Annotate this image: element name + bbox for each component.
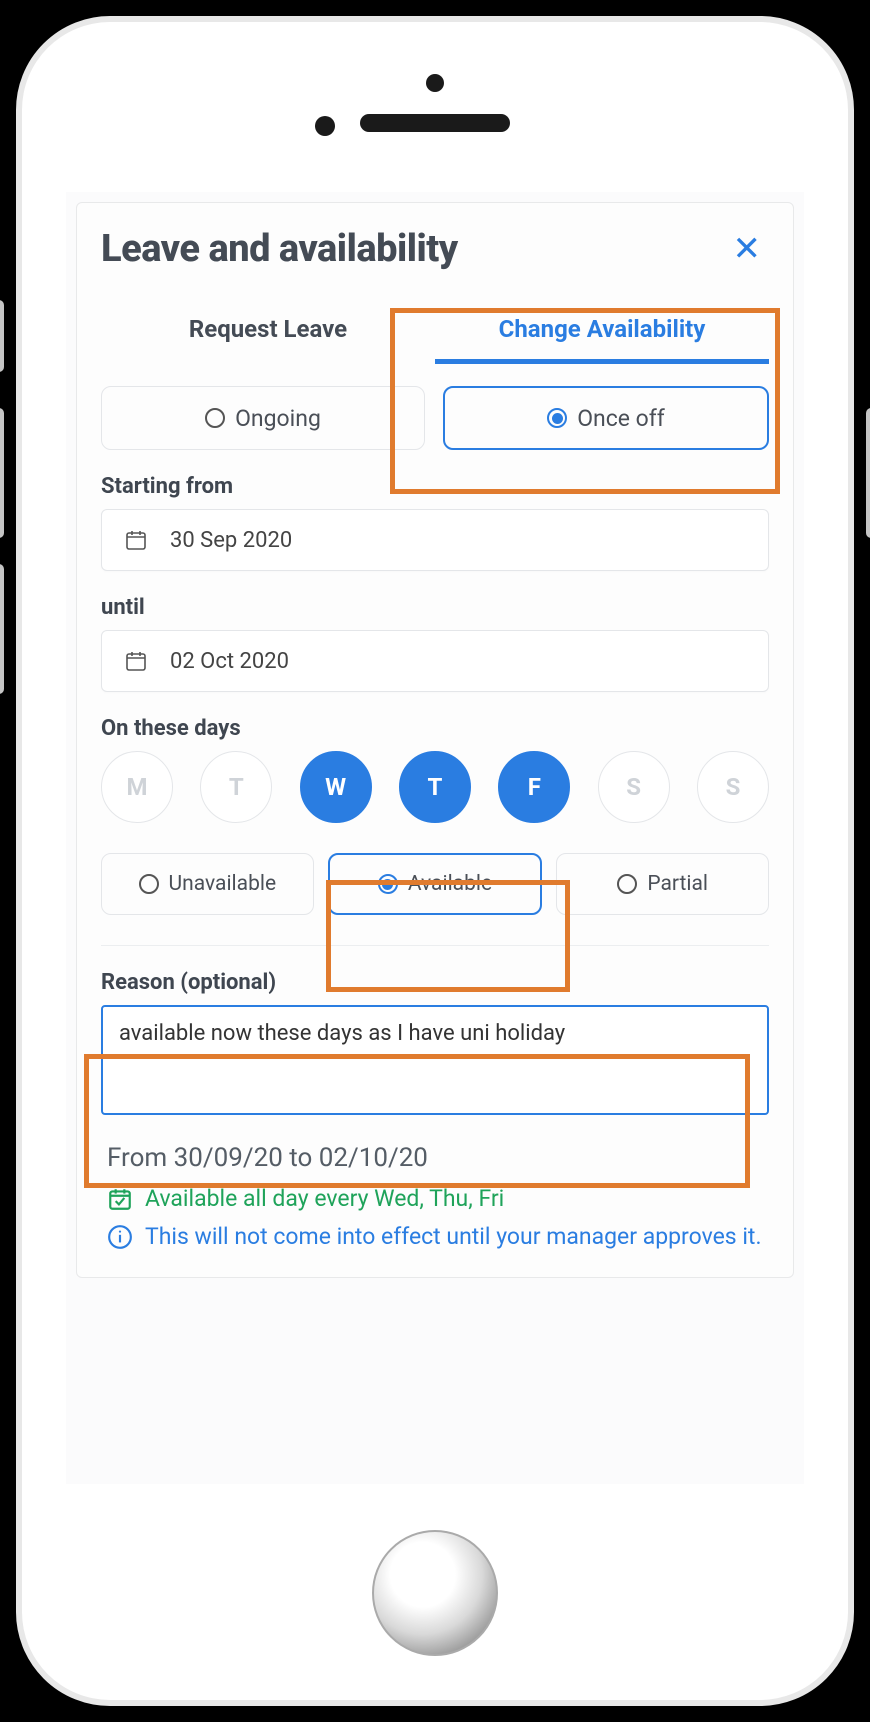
phone-volume-up [0, 408, 4, 538]
tabs: Request Leave Change Availability [101, 297, 769, 364]
day-chip[interactable]: S [598, 751, 670, 823]
frequency-ongoing-label: Ongoing [235, 405, 321, 432]
summary-available-text: Available all day every Wed, Thu, Fri [145, 1183, 504, 1215]
on-these-days-label: On these days [101, 716, 769, 741]
leave-availability-panel: Leave and availability ✕ Request Leave C… [76, 202, 794, 1278]
frequency-options: Ongoing Once off [101, 386, 769, 450]
summary-info-row: This will not come into effect until you… [107, 1221, 763, 1253]
info-icon [107, 1224, 133, 1250]
option-unavailable[interactable]: Unavailable [101, 853, 314, 915]
radio-icon [205, 408, 225, 428]
end-date-value: 02 Oct 2020 [170, 649, 289, 674]
calendar-icon [124, 649, 148, 673]
tab-request-leave[interactable]: Request Leave [101, 297, 435, 364]
start-date-input[interactable]: 30 Sep 2020 [101, 509, 769, 571]
radio-icon [617, 874, 637, 894]
radio-icon [139, 874, 159, 894]
reason-input[interactable] [101, 1005, 769, 1115]
option-partial[interactable]: Partial [556, 853, 769, 915]
phone-volume-down [0, 564, 4, 694]
frequency-ongoing[interactable]: Ongoing [101, 386, 425, 450]
day-selector: MTWTFSS [101, 751, 769, 823]
start-date-value: 30 Sep 2020 [170, 528, 292, 553]
day-chip[interactable]: T [200, 751, 272, 823]
radio-icon [378, 874, 398, 894]
panel-title: Leave and availability [101, 227, 458, 271]
home-button[interactable] [372, 1530, 498, 1656]
summary-info-text: This will not come into effect until you… [145, 1221, 762, 1253]
phone-side-button [0, 300, 4, 372]
until-label: until [101, 595, 769, 620]
tab-change-availability[interactable]: Change Availability [435, 297, 769, 364]
close-icon[interactable]: ✕ [725, 225, 770, 273]
calendar-check-icon [107, 1186, 133, 1212]
panel-header: Leave and availability ✕ [101, 225, 769, 273]
option-available-label: Available [408, 872, 492, 896]
summary-range: From 30/09/20 to 02/10/20 [107, 1143, 763, 1173]
option-unavailable-label: Unavailable [169, 872, 277, 896]
starting-from-label: Starting from [101, 474, 769, 499]
phone-power-button [866, 408, 870, 538]
option-available[interactable]: Available [328, 853, 543, 915]
phone-frame: Leave and availability ✕ Request Leave C… [0, 0, 870, 1722]
phone-camera-icon [315, 116, 335, 136]
summary-block: From 30/09/20 to 02/10/20 Available all … [101, 1143, 769, 1253]
calendar-icon [124, 528, 148, 552]
day-chip[interactable]: W [300, 751, 372, 823]
reason-label: Reason (optional) [101, 970, 769, 995]
availability-options: Unavailable Available Partial [101, 853, 769, 946]
frequency-once-off[interactable]: Once off [443, 386, 769, 450]
option-partial-label: Partial [647, 872, 708, 896]
phone-earpiece-icon [360, 114, 510, 132]
screen: Leave and availability ✕ Request Leave C… [66, 192, 804, 1484]
frequency-once-off-label: Once off [577, 405, 665, 432]
summary-available-row: Available all day every Wed, Thu, Fri [107, 1183, 763, 1215]
day-chip[interactable]: F [498, 751, 570, 823]
radio-icon [547, 408, 567, 428]
day-chip[interactable]: M [101, 751, 173, 823]
day-chip[interactable]: S [697, 751, 769, 823]
phone-sensor-icon [426, 74, 444, 92]
end-date-input[interactable]: 02 Oct 2020 [101, 630, 769, 692]
day-chip[interactable]: T [399, 751, 471, 823]
